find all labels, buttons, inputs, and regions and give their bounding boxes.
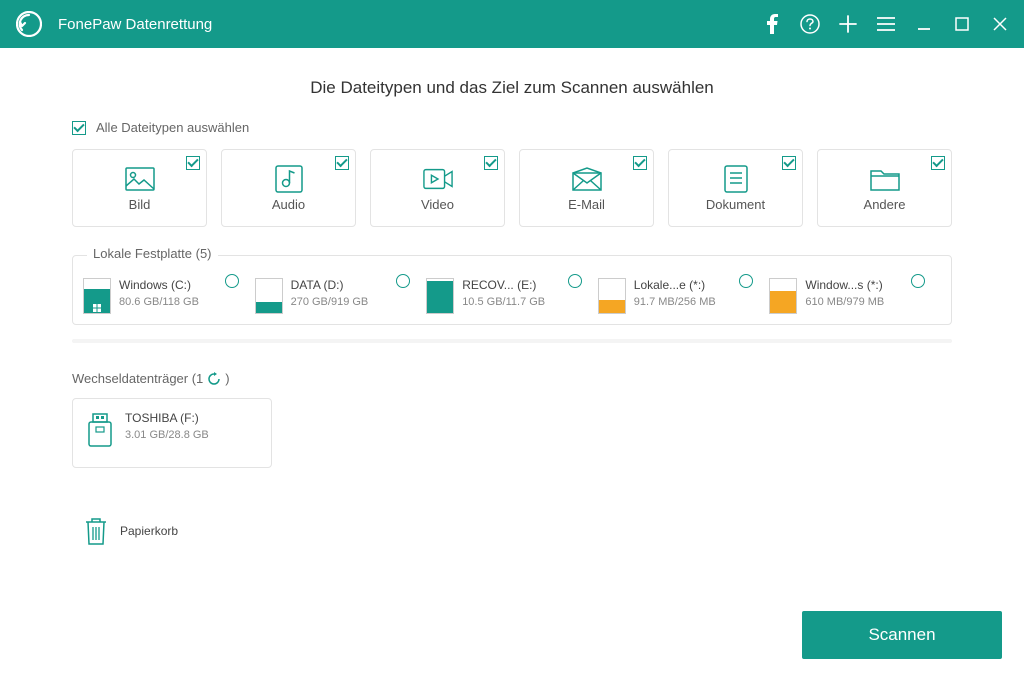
image-icon (125, 165, 155, 193)
radio-icon (396, 274, 410, 288)
removable-disk-item[interactable]: TOSHIBA (F:) 3.01 GB/28.8 GB (72, 398, 272, 468)
help-icon[interactable] (800, 14, 820, 34)
disk-name: DATA (D:) (291, 278, 369, 292)
scan-button[interactable]: Scannen (802, 611, 1002, 659)
filetype-card-email[interactable]: E-Mail (519, 149, 654, 227)
checkbox-icon (931, 156, 945, 170)
app-title: FonePaw Datenrettung (58, 16, 762, 33)
checkbox-icon (186, 156, 200, 170)
disk-name: TOSHIBA (F:) (125, 411, 209, 425)
disk-icon (769, 278, 797, 314)
disk-row: Windows (C:) 80.6 GB/118 GB DATA (D:) 270 G… (73, 268, 951, 314)
disk-size: 610 MB/979 MB (805, 296, 884, 308)
disk-size: 10.5 GB/11.7 GB (462, 296, 545, 308)
select-all-checkbox[interactable]: Alle Dateitypen auswählen (50, 120, 974, 135)
filetype-row: Bild Audio Video E-Mail Dokument (50, 149, 974, 227)
filetype-label: Andere (864, 197, 906, 212)
filetype-label: Audio (272, 197, 305, 212)
disk-icon (255, 278, 283, 314)
filetype-card-image[interactable]: Bild (72, 149, 207, 227)
removable-section: Wechseldatenträger (1) TOSHIBA (F:) 3.01… (72, 371, 952, 550)
select-all-label: Alle Dateitypen auswählen (96, 120, 249, 135)
recycle-label: Papierkorb (120, 524, 178, 538)
refresh-icon[interactable] (207, 372, 221, 386)
radio-icon (911, 274, 925, 288)
audio-icon (274, 165, 304, 193)
local-disks-group: Lokale Festplatte (5) Windows (C:)80.6 G… (72, 255, 952, 325)
filetype-card-document[interactable]: Dokument (668, 149, 803, 227)
usb-icon (83, 411, 117, 451)
filetype-label: Video (421, 197, 454, 212)
maximize-icon[interactable] (952, 14, 972, 34)
local-disks-legend: Lokale Festplatte (5) (87, 246, 218, 261)
disk-name: Windows (C:) (119, 278, 199, 292)
titlebar-actions (762, 14, 1010, 34)
disk-item[interactable]: RECOV... (E:) 10.5 GB/11.7 GB (426, 278, 598, 314)
recycle-bin-item[interactable]: Papierkorb (72, 496, 292, 550)
disk-size: 3.01 GB/28.8 GB (125, 429, 209, 441)
facebook-icon[interactable] (762, 14, 782, 34)
radio-icon (225, 274, 239, 288)
checkbox-icon (633, 156, 647, 170)
trash-icon (82, 516, 110, 546)
menu-icon[interactable] (876, 14, 896, 34)
checkbox-icon (782, 156, 796, 170)
disk-item[interactable]: Windows (C:) 80.6 GB/118 GB (83, 278, 255, 314)
email-icon (572, 165, 602, 193)
disk-size: 270 GB/919 GB (291, 296, 369, 308)
plus-icon[interactable] (838, 14, 858, 34)
minimize-icon[interactable] (914, 14, 934, 34)
scrollbar-track[interactable] (72, 339, 952, 343)
checkbox-icon (335, 156, 349, 170)
disk-name: Lokale...e (*:) (634, 278, 716, 292)
disk-size: 91.7 MB/256 MB (634, 296, 716, 308)
radio-icon (568, 274, 582, 288)
folder-icon (870, 165, 900, 193)
video-icon (423, 165, 453, 193)
app-logo-icon (14, 9, 44, 39)
disk-item[interactable]: Window...s (*:) 610 MB/979 MB (769, 278, 941, 314)
disk-name: RECOV... (E:) (462, 278, 545, 292)
radio-icon (739, 274, 753, 288)
page-heading: Die Dateitypen und das Ziel zum Scannen … (50, 78, 974, 98)
disk-icon (598, 278, 626, 314)
disk-item[interactable]: Lokale...e (*:) 91.7 MB/256 MB (598, 278, 770, 314)
disk-icon (426, 278, 454, 314)
filetype-card-other[interactable]: Andere (817, 149, 952, 227)
filetype-card-video[interactable]: Video (370, 149, 505, 227)
removable-legend: Wechseldatenträger (1) (72, 371, 952, 386)
document-icon (721, 165, 751, 193)
filetype-label: E-Mail (568, 197, 605, 212)
filetype-card-audio[interactable]: Audio (221, 149, 356, 227)
checkbox-icon (484, 156, 498, 170)
disk-icon (83, 278, 111, 314)
disk-name: Window...s (*:) (805, 278, 884, 292)
disk-size: 80.6 GB/118 GB (119, 296, 199, 308)
close-icon[interactable] (990, 14, 1010, 34)
main-content: Die Dateitypen und das Ziel zum Scannen … (0, 48, 1024, 679)
filetype-label: Dokument (706, 197, 765, 212)
filetype-label: Bild (129, 197, 151, 212)
checkbox-icon (72, 121, 86, 135)
disk-item[interactable]: DATA (D:) 270 GB/919 GB (255, 278, 427, 314)
app-window: FonePaw Datenrettung Die Dateitypen und … (0, 0, 1024, 679)
titlebar: FonePaw Datenrettung (0, 0, 1024, 48)
